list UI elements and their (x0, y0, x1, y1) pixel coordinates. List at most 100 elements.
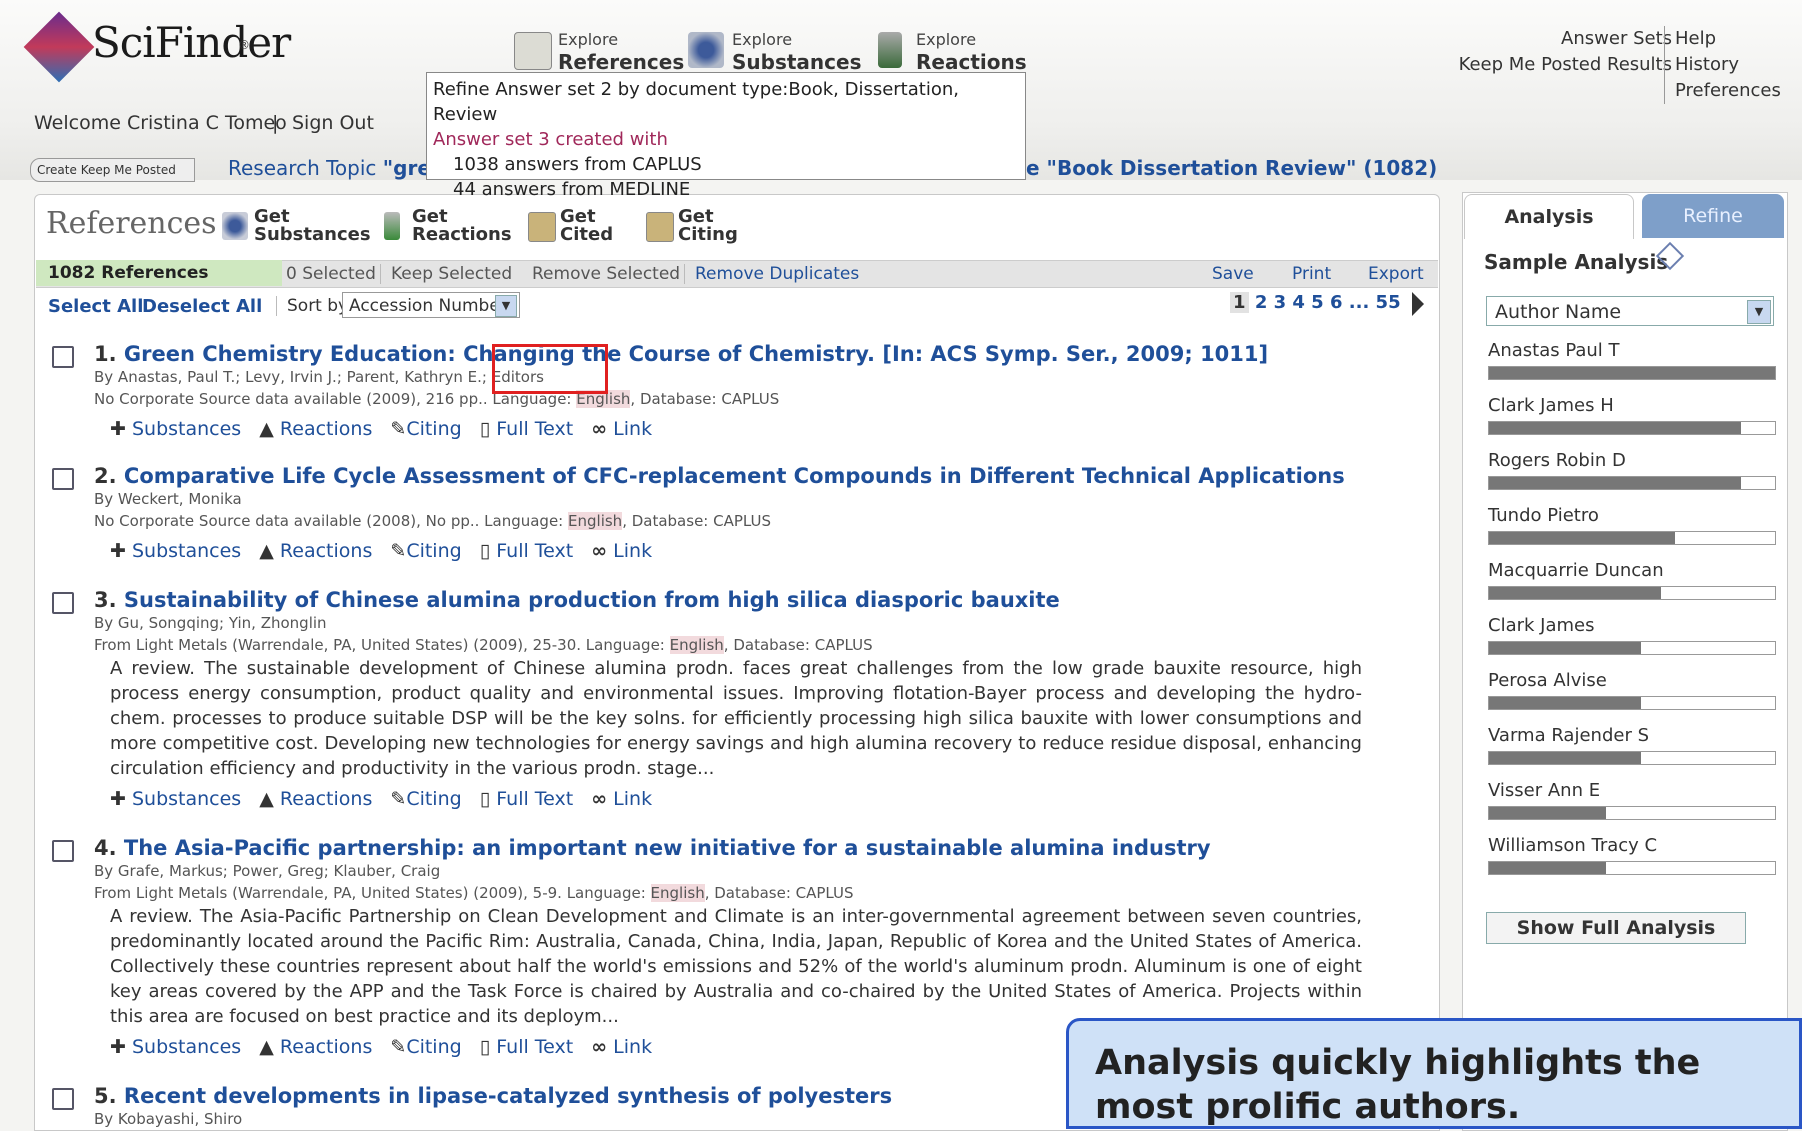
create-keep-me-posted-button[interactable]: Create Keep Me Posted (30, 158, 195, 182)
breadcrumb-research-topic[interactable]: Research Topic "green (228, 156, 459, 180)
result-checkbox[interactable] (52, 468, 74, 490)
remove-duplicates-button[interactable]: Remove Duplicates (684, 264, 859, 284)
result-checkbox[interactable] (52, 592, 74, 614)
analysis-type-select[interactable]: Author Name ▼ (1486, 296, 1774, 326)
citing-link[interactable]: ✎Citing (390, 540, 467, 562)
citing-link[interactable]: ✎Citing (390, 1036, 467, 1058)
link-link[interactable]: ∞ Link (591, 540, 658, 562)
result-title-text[interactable]: Green Chemistry Education: Changing the … (124, 342, 1268, 366)
result-title[interactable]: 4. The Asia-Pacific partnership: an impo… (94, 836, 1211, 860)
citing-link-label: Citing (406, 788, 462, 810)
author-frequency-fill (1489, 422, 1741, 434)
author-frequency-bar[interactable] (1488, 531, 1776, 545)
author-name-link[interactable]: Tundo Pietro (1488, 505, 1599, 526)
author-frequency-bar[interactable] (1488, 366, 1776, 380)
top-links-left: Answer Sets Keep Me Posted Results (1459, 26, 1672, 78)
result-title-text[interactable]: Comparative Life Cycle Assessment of CFC… (124, 464, 1345, 488)
select-all-link[interactable]: Select All (48, 296, 143, 317)
keep-selected-button[interactable]: Keep Selected (380, 264, 512, 284)
author-name-link[interactable]: Perosa Alvise (1488, 670, 1607, 691)
explore-references-button[interactable]: Explore References (514, 30, 684, 74)
citing-link[interactable]: ✎Citing (390, 788, 467, 810)
show-full-analysis-button[interactable]: Show Full Analysis (1486, 912, 1746, 944)
get-cited-button[interactable]: Get Cited (528, 206, 628, 246)
export-button[interactable]: Export (1368, 264, 1424, 284)
result-checkbox[interactable] (52, 346, 74, 368)
history-link[interactable]: History (1675, 52, 1781, 78)
substances-link[interactable]: ✚ Substances (110, 418, 247, 440)
full-text-link[interactable]: ▯ Full Text (480, 1036, 579, 1058)
author-name-link[interactable]: Visser Ann E (1488, 780, 1600, 801)
deselect-all-link[interactable]: Deselect All (142, 296, 262, 317)
author-frequency-bar[interactable] (1488, 421, 1776, 435)
author-frequency-bar[interactable] (1488, 641, 1776, 655)
print-button[interactable]: Print (1292, 264, 1331, 284)
remove-selected-button[interactable]: Remove Selected (532, 264, 680, 284)
keep-me-posted-results-link[interactable]: Keep Me Posted Results (1459, 52, 1672, 78)
get-substances-button[interactable]: Get Substances (222, 206, 371, 246)
result-title-text[interactable]: Recent developments in lipase-catalyzed … (124, 1084, 892, 1108)
result-title[interactable]: 3. Sustainability of Chinese alumina pro… (94, 588, 1060, 612)
author-frequency-bar[interactable] (1488, 696, 1776, 710)
author-name-link[interactable]: Clark James H (1488, 395, 1614, 416)
result-source: No Corporate Source data available (2008… (94, 512, 772, 530)
substances-link[interactable]: ✚ Substances (110, 788, 247, 810)
next-page-icon[interactable] (1412, 292, 1424, 316)
link-link[interactable]: ∞ Link (591, 1036, 658, 1058)
author-frequency-fill (1489, 587, 1661, 599)
flask-icon: ▲ (259, 1036, 274, 1058)
sign-out-link[interactable]: Sign Out (292, 112, 374, 134)
substances-link[interactable]: ✚ Substances (110, 540, 247, 562)
substances-icon: ✚ (110, 788, 126, 810)
explore-reactions-button[interactable]: Explore Reactions (872, 30, 1027, 74)
page-links[interactable]: 2 3 4 5 6 ... 55 (1255, 292, 1401, 313)
full-text-link[interactable]: ▯ Full Text (480, 540, 579, 562)
answer-sets-link[interactable]: Answer Sets (1459, 26, 1672, 52)
result-title[interactable]: 2. Comparative Life Cycle Assessment of … (94, 464, 1345, 488)
result-number: 1. (94, 342, 117, 366)
citing-link[interactable]: ✎Citing (390, 418, 467, 440)
author-frequency-bar[interactable] (1488, 476, 1776, 490)
link-link[interactable]: ∞ Link (591, 788, 658, 810)
help-link[interactable]: Help (1675, 26, 1781, 52)
preferences-link[interactable]: Preferences (1675, 78, 1781, 104)
tab-analysis[interactable]: Analysis (1464, 194, 1634, 239)
author-name-link[interactable]: Rogers Robin D (1488, 450, 1626, 471)
get-reactions-button[interactable]: Get Reactions (380, 206, 512, 246)
reactions-link[interactable]: ▲ Reactions (259, 540, 378, 562)
author-name-link[interactable]: Macquarrie Duncan (1488, 560, 1664, 581)
current-page: 1 (1230, 292, 1249, 313)
author-name-link[interactable]: Anastas Paul T (1488, 340, 1620, 361)
full-text-link[interactable]: ▯ Full Text (480, 418, 579, 440)
result-number: 5. (94, 1084, 117, 1108)
author-frequency-bar[interactable] (1488, 806, 1776, 820)
author-frequency-bar[interactable] (1488, 751, 1776, 765)
breadcrumb-refine[interactable]: e "Book Dissertation Review" (1082) (1026, 156, 1437, 180)
author-name-link[interactable]: Clark James (1488, 615, 1594, 636)
author-name-link[interactable]: Williamson Tracy C (1488, 835, 1657, 856)
get-citing-button[interactable]: Get Citing (646, 206, 746, 246)
result-checkbox[interactable] (52, 1088, 74, 1110)
explore-substances-button[interactable]: Explore Substances (688, 30, 861, 74)
citing-link-label: Citing (406, 540, 462, 562)
reactions-link[interactable]: ▲ Reactions (259, 1036, 378, 1058)
author-frequency-bar[interactable] (1488, 861, 1776, 875)
tab-refine[interactable]: Refine (1642, 194, 1784, 238)
result-title[interactable]: 5. Recent developments in lipase-catalyz… (94, 1084, 892, 1108)
result-checkbox[interactable] (52, 840, 74, 862)
pagination[interactable]: 1 2 3 4 5 6 ... 55 (1230, 292, 1401, 313)
save-button[interactable]: Save (1212, 264, 1254, 284)
registered-mark: ® (238, 38, 250, 52)
reactions-link[interactable]: ▲ Reactions (259, 418, 378, 440)
substances-link[interactable]: ✚ Substances (110, 1036, 247, 1058)
explore-label: Explore (916, 30, 977, 49)
author-name-link[interactable]: Varma Rajender S (1488, 725, 1649, 746)
author-frequency-bar[interactable] (1488, 586, 1776, 600)
reactions-link[interactable]: ▲ Reactions (259, 788, 378, 810)
link-link[interactable]: ∞ Link (591, 418, 658, 440)
result-title-text[interactable]: The Asia-Pacific partnership: an importa… (124, 836, 1211, 860)
result-title-text[interactable]: Sustainability of Chinese alumina produc… (124, 588, 1060, 612)
full-text-link[interactable]: ▯ Full Text (480, 788, 579, 810)
sort-by-select[interactable]: Accession Number ▼ (342, 292, 520, 318)
result-title[interactable]: 1. Green Chemistry Education: Changing t… (94, 342, 1268, 366)
